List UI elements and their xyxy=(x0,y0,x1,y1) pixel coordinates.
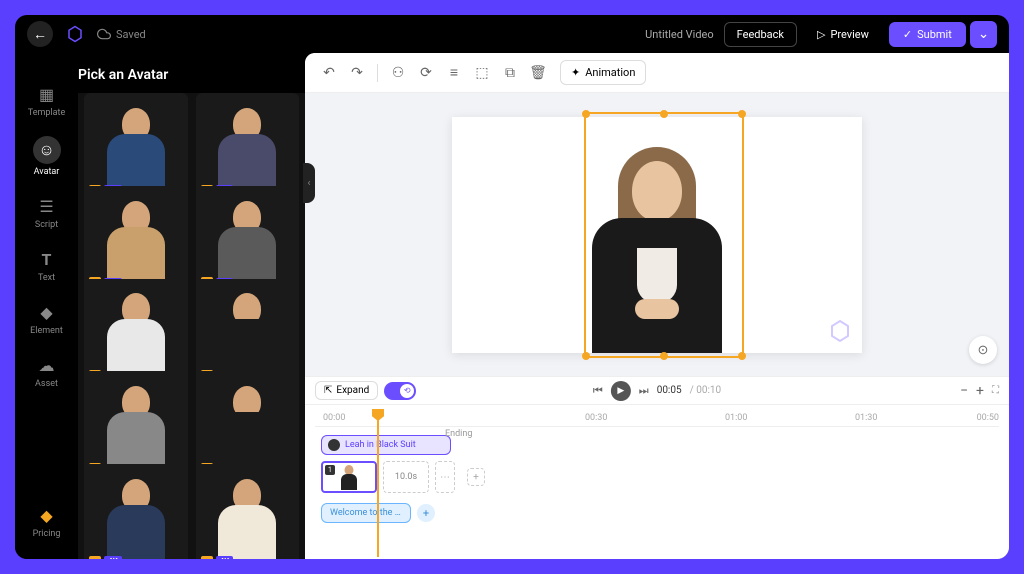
ruler-mark: 01:00 xyxy=(725,413,747,423)
clip-avatar-icon xyxy=(328,439,340,451)
submit-button[interactable]: ✓ Submit xyxy=(889,22,966,47)
skip-back-button[interactable]: ⏮ xyxy=(593,384,603,398)
current-time: 00:05 xyxy=(657,385,682,396)
app-window: ← Saved Untitled Video Feedback ▷ Previe… xyxy=(15,15,1009,559)
4k-badge: 4K xyxy=(104,556,122,559)
sparkle-icon: ✦ xyxy=(571,66,580,79)
avatar-panel: Pick an Avatar ‹ ◆ 4K ◆ 4K xyxy=(78,53,305,559)
timeline-end-mark: 00:50 xyxy=(977,413,999,423)
canvas-toolbar: ↶ ↷ ⚇ ⟳ ≡ ⬚ ⧉ 🗑 ✦ Animation xyxy=(305,53,1009,93)
total-time: / 00:10 xyxy=(690,385,722,396)
panel-title: Pick an Avatar xyxy=(78,53,305,93)
resize-handle[interactable] xyxy=(660,110,668,118)
play-button[interactable]: ▶ xyxy=(611,381,631,401)
sidebar-item-template[interactable]: ▦ Template xyxy=(28,83,65,118)
script-clip[interactable]: Welcome to the new ... xyxy=(321,503,411,523)
script-icon: ☰ xyxy=(35,195,57,217)
template-icon: ▦ xyxy=(36,83,58,105)
cloud-icon xyxy=(97,27,111,41)
add-script-button[interactable]: + xyxy=(417,504,435,522)
element-icon: ◆ xyxy=(36,301,58,323)
premium-badge-icon: ◆ xyxy=(89,556,101,559)
toggle-knob: ⟲ xyxy=(400,384,414,398)
sidebar-item-text[interactable]: T Text xyxy=(36,248,58,283)
avatar-card[interactable]: ◆ 4K xyxy=(196,464,300,559)
ending-label: Ending xyxy=(445,429,472,439)
align-tool[interactable]: ≡ xyxy=(442,61,466,85)
sidebar-item-script[interactable]: ☰ Script xyxy=(35,195,58,230)
topbar: ← Saved Untitled Video Feedback ▷ Previe… xyxy=(15,15,1009,53)
delete-tool[interactable]: 🗑 xyxy=(526,61,550,85)
asset-icon: ☁ xyxy=(35,354,57,376)
playhead[interactable] xyxy=(377,409,379,557)
ruler-mark: 00:00 xyxy=(323,413,345,423)
undo-button[interactable]: ↶ xyxy=(317,61,341,85)
sidebar: ▦ Template ☺ Avatar ☰ Script T Text ◆ El… xyxy=(15,53,78,559)
player-bar: ⇱ Expand ⟲ ⏮ ▶ ⏭ 00:05 / 00:10 − + xyxy=(305,376,1009,404)
scene-number: 1 xyxy=(325,465,335,475)
fullscreen-button[interactable]: ⛶ xyxy=(992,385,999,396)
scene-more-button[interactable]: ⋯ xyxy=(435,461,455,493)
resize-handle[interactable] xyxy=(660,352,668,360)
resize-handle[interactable] xyxy=(582,110,590,118)
clip-name: Leah in Black Suit xyxy=(345,440,416,450)
avatar-icon: ☺ xyxy=(33,136,61,164)
avatar-card[interactable]: ◆ 4K xyxy=(84,464,188,559)
diamond-icon: ◆ xyxy=(36,504,58,526)
zoom-fit-button[interactable]: ⊙ xyxy=(969,336,997,364)
expand-button[interactable]: ⇱ Expand xyxy=(315,381,378,400)
resize-handle[interactable] xyxy=(738,110,746,118)
redo-button[interactable]: ↷ xyxy=(345,61,369,85)
avatar-grid[interactable]: ◆ 4K ◆ 4K ◆ 4K xyxy=(78,93,305,559)
animation-button[interactable]: ✦ Animation xyxy=(560,60,646,85)
sidebar-item-pricing[interactable]: ◆ Pricing xyxy=(33,504,61,539)
4k-badge: 4K xyxy=(216,556,234,559)
scene-duration[interactable]: 10.0s xyxy=(383,461,429,493)
copy-tool[interactable]: ⧉ xyxy=(498,61,522,85)
zoom-in-button[interactable]: + xyxy=(976,383,984,399)
add-scene-button[interactable]: + xyxy=(467,468,485,486)
zoom-out-button[interactable]: − xyxy=(960,383,968,399)
back-button[interactable]: ← xyxy=(27,21,53,47)
sidebar-item-asset[interactable]: ☁ Asset xyxy=(35,354,58,389)
canvas-area: ↶ ↷ ⚇ ⟳ ≡ ⬚ ⧉ 🗑 ✦ Animation xyxy=(305,53,1009,559)
refresh-tool[interactable]: ⟳ xyxy=(414,61,438,85)
sidebar-item-element[interactable]: ◆ Element xyxy=(30,301,63,336)
scene-thumbnail[interactable]: 1 xyxy=(321,461,377,493)
canvas[interactable]: ⊙ xyxy=(305,93,1009,376)
preview-button[interactable]: ▷ Preview xyxy=(807,23,879,46)
toggle-switch[interactable]: ⟲ xyxy=(384,382,416,400)
save-status: Saved xyxy=(97,27,146,41)
chevron-down-icon: ⌄ xyxy=(978,27,989,42)
timeline[interactable]: 00:00 00:30 01:00 01:30 00:50 Ending Lea… xyxy=(305,404,1009,559)
sidebar-item-avatar[interactable]: ☺ Avatar xyxy=(33,136,61,177)
resize-handle[interactable] xyxy=(582,352,590,360)
watermark-logo xyxy=(828,319,852,343)
resize-handle[interactable] xyxy=(738,352,746,360)
timeline-clip[interactable]: Leah in Black Suit xyxy=(321,435,451,455)
premium-badge-icon: ◆ xyxy=(201,556,213,559)
feedback-button[interactable]: Feedback xyxy=(724,22,797,47)
layers-tool[interactable]: ⬚ xyxy=(470,61,494,85)
check-icon: ✓ xyxy=(903,28,912,41)
canvas-frame[interactable] xyxy=(452,117,862,353)
expand-icon: ⇱ xyxy=(324,385,332,396)
ruler-mark: 00:30 xyxy=(585,413,607,423)
text-icon: T xyxy=(36,248,58,270)
submit-dropdown[interactable]: ⌄ xyxy=(970,21,997,48)
app-logo xyxy=(65,24,85,44)
play-icon: ▷ xyxy=(817,28,825,41)
ruler-mark: 01:30 xyxy=(855,413,877,423)
timeline-ruler[interactable]: 00:00 00:30 01:00 01:30 xyxy=(315,409,999,427)
person-tool[interactable]: ⚇ xyxy=(386,61,410,85)
selection-box[interactable] xyxy=(584,112,744,358)
saved-label: Saved xyxy=(116,28,146,41)
skip-forward-button[interactable]: ⏭ xyxy=(639,384,649,398)
video-title[interactable]: Untitled Video xyxy=(645,28,714,41)
